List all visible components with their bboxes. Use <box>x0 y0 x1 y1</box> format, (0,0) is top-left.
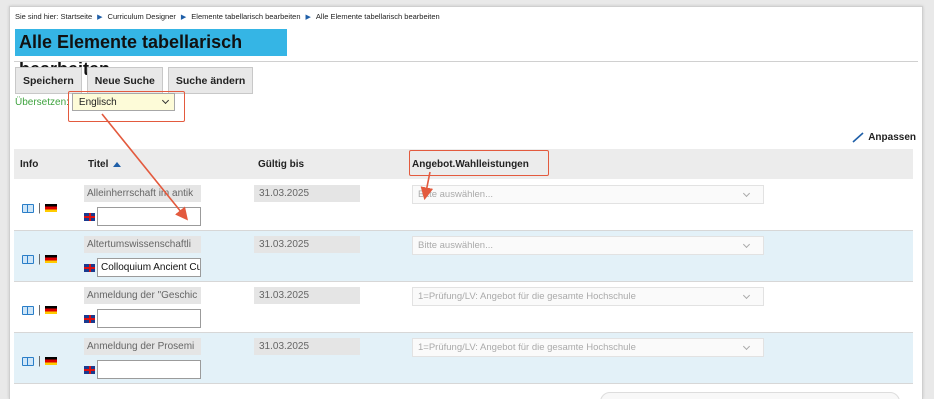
breadcrumb-separator-icon: ▶ <box>180 13 187 21</box>
offer-select-value: 1=Prüfung/LV: Angebot für die gesamte Ho… <box>418 291 636 302</box>
chevron-down-icon <box>742 291 751 299</box>
book-icon[interactable] <box>22 356 34 366</box>
offer-select-value: Bitte auswählen... <box>418 240 493 251</box>
title-cell: Altertumswissenschaftli <box>84 236 201 253</box>
translation-row <box>84 309 201 328</box>
toolbar-divider <box>14 61 918 62</box>
customize-label: Anpassen <box>868 131 916 143</box>
table-row: | Anmeldung der "Geschic 31.03.2025 1=Pr… <box>14 282 913 333</box>
toolbar: Speichern Neue Suche Suche ändern <box>15 67 254 94</box>
offer-select[interactable]: Bitte auswählen... <box>412 185 764 204</box>
offer-select-value: 1=Prüfung/LV: Angebot für die gesamte Ho… <box>418 342 636 353</box>
breadcrumb-item-startseite[interactable]: Startseite <box>60 12 92 21</box>
pencil-icon <box>852 132 864 143</box>
column-header-valid-until-label: Gültig bis <box>258 158 305 170</box>
table-body: | Alleinherrschaft im antik 31.03.2025 B… <box>14 180 913 384</box>
chevron-down-icon <box>742 240 751 248</box>
breadcrumb: Sie sind hier: Startseite ▶ Curriculum D… <box>15 12 440 21</box>
title-cell: Anmeldung der "Geschic <box>84 287 201 304</box>
title-cell: Anmeldung der Prosemi <box>84 338 201 355</box>
uk-flag-icon <box>84 212 95 221</box>
offer-select[interactable]: Bitte auswählen... <box>412 236 764 255</box>
row-info: | <box>22 304 57 316</box>
translation-input[interactable] <box>97 360 201 379</box>
sort-ascending-icon <box>113 161 122 167</box>
new-search-button[interactable]: Neue Suche <box>86 67 163 94</box>
row-info: | <box>22 253 57 265</box>
translation-row: Colloquium Ancient Cult <box>84 258 201 277</box>
book-icon[interactable] <box>22 254 34 264</box>
german-flag-icon <box>44 357 57 365</box>
annotation-box-offer <box>409 150 549 176</box>
breadcrumb-prefix: Sie sind hier: <box>15 12 59 21</box>
floating-panel <box>600 392 900 399</box>
customize-link[interactable]: Anpassen <box>851 131 916 143</box>
breadcrumb-item-curriculum-designer[interactable]: Curriculum Designer <box>108 12 176 21</box>
row-info: | <box>22 202 57 214</box>
translation-input[interactable] <box>97 207 201 226</box>
valid-until-cell: 31.03.2025 <box>254 338 360 355</box>
chevron-down-icon <box>742 342 751 350</box>
table-row: | Alleinherrschaft im antik 31.03.2025 B… <box>14 180 913 231</box>
breadcrumb-separator-icon: ▶ <box>97 13 103 21</box>
offer-select-value: Bitte auswählen... <box>418 189 493 200</box>
table-row: | Altertumswissenschaftli Colloquium Anc… <box>14 231 913 282</box>
column-header-info-label: Info <box>20 158 39 170</box>
column-header-info: Info <box>20 149 38 179</box>
page-frame: Sie sind hier: Startseite ▶ Curriculum D… <box>9 6 923 399</box>
save-button[interactable]: Speichern <box>15 67 82 94</box>
book-icon[interactable] <box>22 305 34 315</box>
uk-flag-icon <box>84 263 95 272</box>
valid-until-cell: 31.03.2025 <box>254 185 360 202</box>
breadcrumb-separator-icon: ▶ <box>305 13 311 21</box>
book-icon[interactable] <box>22 203 34 213</box>
offer-select[interactable]: 1=Prüfung/LV: Angebot für die gesamte Ho… <box>412 287 764 306</box>
translation-row <box>84 360 201 379</box>
valid-until-cell: 31.03.2025 <box>254 236 360 253</box>
title-cell: Alleinherrschaft im antik <box>84 185 201 202</box>
german-flag-icon <box>44 306 57 314</box>
translation-input[interactable]: Colloquium Ancient Cult <box>97 258 201 277</box>
column-header-valid-until[interactable]: Gültig bis <box>258 149 304 179</box>
breadcrumb-item-current: Alle Elemente tabellarisch bearbeiten <box>315 12 440 21</box>
table-row: | Anmeldung der Prosemi 31.03.2025 1=Prü… <box>14 333 913 384</box>
column-header-title-label: Titel <box>88 158 109 170</box>
translate-label: Übersetzen: <box>15 96 69 108</box>
offer-select[interactable]: 1=Prüfung/LV: Angebot für die gesamte Ho… <box>412 338 764 357</box>
translation-row <box>84 207 201 226</box>
row-info: | <box>22 355 57 367</box>
column-header-title[interactable]: Titel <box>88 149 122 179</box>
edit-search-button[interactable]: Suche ändern <box>167 67 254 94</box>
uk-flag-icon <box>84 365 95 374</box>
german-flag-icon <box>44 204 57 212</box>
chevron-down-icon <box>742 189 751 197</box>
uk-flag-icon <box>84 314 95 323</box>
breadcrumb-item-elemente[interactable]: Elemente tabellarisch bearbeiten <box>191 12 300 21</box>
annotation-box-language <box>68 91 185 122</box>
valid-until-cell: 31.03.2025 <box>254 287 360 304</box>
translation-input[interactable] <box>97 309 201 328</box>
german-flag-icon <box>44 255 57 263</box>
page-title: Alle Elemente tabellarisch bearbeiten <box>15 29 287 79</box>
